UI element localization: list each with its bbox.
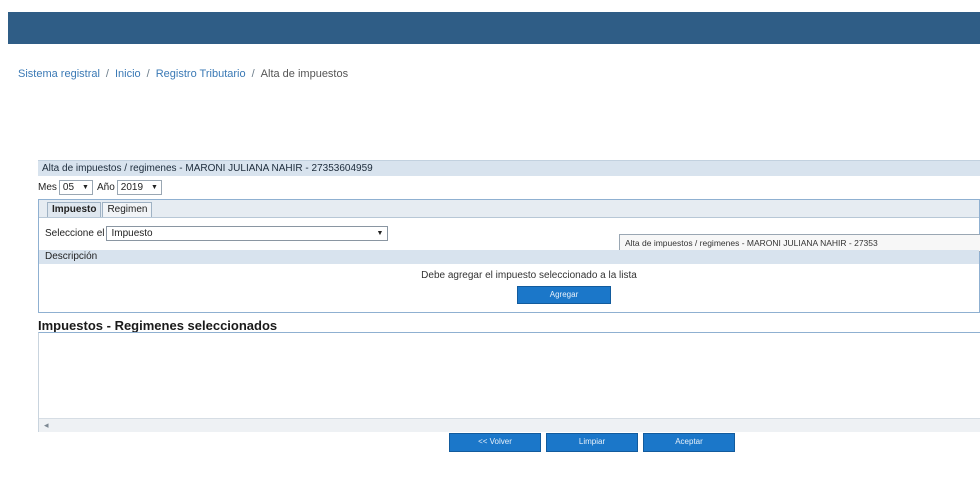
period-selector: Mes 05 ▼ Año 2019 ▼	[38, 179, 166, 195]
chevron-down-icon: ▼	[376, 230, 384, 237]
horizontal-scrollbar[interactable]: ◂	[39, 418, 980, 432]
month-select[interactable]: 05 ▼	[58, 179, 93, 195]
year-value: 2019	[120, 181, 144, 193]
breadcrumb-separator: /	[105, 68, 109, 80]
breadcrumb-separator: /	[251, 68, 255, 80]
back-button[interactable]: << Volver	[449, 433, 541, 452]
breadcrumb-current: Alta de impuestos	[260, 68, 349, 80]
month-label: Mes	[38, 181, 57, 193]
impuesto-select-value: Impuesto	[111, 228, 153, 239]
chevron-down-icon: ▼	[151, 183, 158, 191]
tabs-container: Impuesto Regimen Seleccione el Impuesto …	[38, 199, 980, 313]
selected-list-area: ◂	[38, 332, 980, 432]
tab-bar: Impuesto Regimen	[39, 200, 979, 218]
breadcrumb-link-inicio[interactable]: Inicio	[115, 68, 141, 80]
select-label: Seleccione el	[45, 228, 105, 239]
breadcrumb-separator: /	[146, 68, 150, 80]
selected-list-title: Impuestos - Regimenes seleccionados	[38, 318, 278, 333]
breadcrumb-link-registro-tributario[interactable]: Registro Tributario	[156, 68, 246, 80]
impuesto-select[interactable]: Impuesto ▼	[106, 226, 389, 241]
impuesto-select-row: Seleccione el Impuesto ▼	[45, 226, 389, 241]
year-label: Año	[96, 181, 115, 193]
breadcrumb: Sistema registral / Inicio / Registro Tribut…	[18, 68, 348, 80]
top-header-bar	[8, 12, 980, 44]
scroll-left-arrow-icon[interactable]: ◂	[44, 420, 49, 431]
chevron-down-icon: ▼	[82, 183, 89, 191]
add-hint-text: Debe agregar el impuesto seleccionado a …	[421, 270, 637, 281]
tab-regimen[interactable]: Regimen	[102, 202, 153, 217]
clear-button[interactable]: Limpiar	[546, 433, 638, 452]
tab-impuesto[interactable]: Impuesto	[47, 202, 102, 217]
month-value: 05	[62, 181, 75, 193]
add-button[interactable]: Agregar	[517, 286, 611, 304]
breadcrumb-link-sistema-registral[interactable]: Sistema registral	[18, 68, 100, 80]
panel-title: Alta de impuestos / regimenes - MARONI J…	[38, 160, 980, 176]
accept-button[interactable]: Aceptar	[643, 433, 735, 452]
description-header: Descripción	[39, 250, 979, 264]
year-select[interactable]: 2019 ▼	[116, 179, 162, 195]
